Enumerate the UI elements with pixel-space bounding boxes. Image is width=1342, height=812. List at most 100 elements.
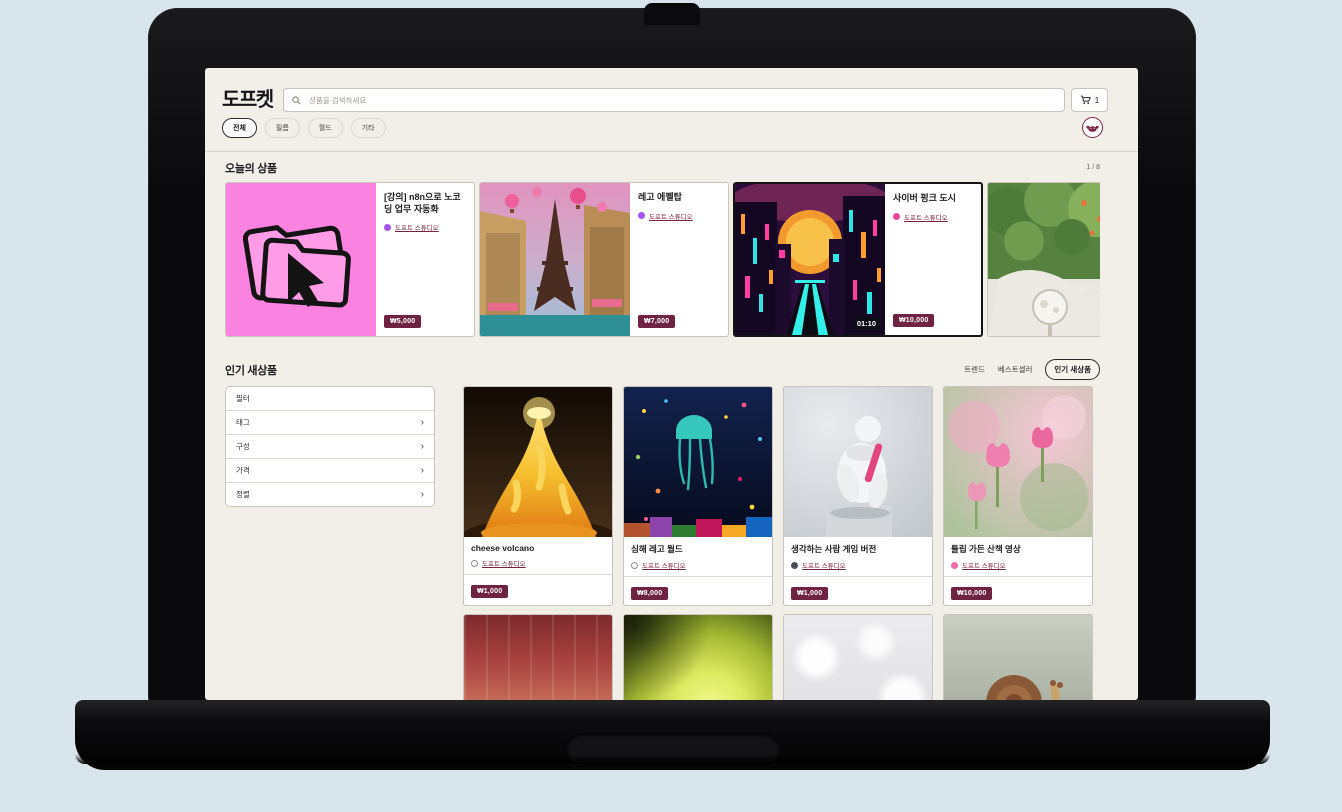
tulip-garden-art bbox=[944, 387, 1092, 537]
price-badge: ₩1,000 bbox=[791, 587, 828, 600]
product-title: [강의] n8n으로 노코딩 업무 자동화 bbox=[384, 192, 466, 215]
popular-grid: cheese volcano 도프트 스튜디오 ₩1,000 bbox=[463, 386, 1100, 700]
cart-button[interactable]: 1 bbox=[1071, 88, 1108, 112]
studio-name[interactable]: 도프트 스튜디오 bbox=[649, 211, 693, 221]
chip-film[interactable]: 필름 bbox=[265, 118, 300, 138]
price-row: ₩1,000 bbox=[784, 576, 932, 605]
filter-panel: 필터 태그 › 구성 › 가격 › 정렬 › bbox=[225, 386, 435, 507]
chevron-right-icon: › bbox=[421, 418, 424, 428]
studio-name[interactable]: 도프트 스튜디오 bbox=[802, 560, 846, 570]
crab-avatar-icon bbox=[1086, 123, 1099, 133]
product-card-peek[interactable] bbox=[987, 182, 1100, 337]
product-info: 생각하는 사람 게임 버전 도프트 스튜디오 bbox=[784, 537, 932, 576]
chevron-right-icon: › bbox=[421, 442, 424, 452]
product-title: 생각하는 사람 게임 버전 bbox=[791, 543, 925, 555]
studio-dot bbox=[791, 562, 798, 569]
eiffel-art bbox=[480, 183, 630, 336]
deep-sea-lego-art bbox=[624, 387, 772, 537]
studio-row[interactable]: 도프트 스튜디오 bbox=[791, 560, 925, 570]
cart-count: 1 bbox=[1095, 96, 1099, 105]
product-card[interactable]: cheese volcano 도프트 스튜디오 ₩1,000 bbox=[463, 386, 613, 606]
product-title: 사이버 펑크 도시 bbox=[893, 193, 973, 205]
tab-trend[interactable]: 트렌드 bbox=[964, 364, 985, 375]
studio-dot bbox=[471, 560, 478, 567]
studio-row[interactable]: 도프트 스튜디오 bbox=[638, 211, 720, 221]
product-card[interactable]: 튤립 가든 산책 영상 도프트 스튜디오 ₩10,000 bbox=[943, 386, 1093, 606]
price-badge: ₩8,000 bbox=[631, 587, 668, 600]
studio-name[interactable]: 도프트 스튜디오 bbox=[642, 560, 686, 570]
laptop-screen: 도프켓 1 전체 bbox=[205, 68, 1138, 700]
product-info: 심해 레고 월드 도프트 스튜디오 bbox=[624, 537, 772, 576]
product-info: [강의] n8n으로 노코딩 업무 자동화 도프트 스튜디오 ₩5,000 bbox=[376, 183, 474, 336]
product-card[interactable] bbox=[783, 614, 933, 700]
price-badge: ₩10,000 bbox=[951, 587, 992, 600]
today-carousel: [강의] n8n으로 노코딩 업무 자동화 도프트 스튜디오 ₩5,000 bbox=[225, 182, 1100, 342]
product-card[interactable] bbox=[943, 614, 1093, 700]
filter-row-price[interactable]: 가격 › bbox=[226, 458, 434, 482]
studio-row[interactable]: 도프트 스튜디오 bbox=[631, 560, 765, 570]
studio-name[interactable]: 도프트 스튜디오 bbox=[904, 212, 948, 222]
cheese-volcano-art bbox=[464, 387, 612, 537]
filter-row-tags[interactable]: 태그 › bbox=[226, 410, 434, 434]
product-card-selected[interactable]: 01:10 사이버 펑크 도시 도프트 스튜디오 ₩10,000 bbox=[733, 182, 983, 337]
studio-dot bbox=[951, 562, 958, 569]
studio-dot bbox=[638, 212, 645, 219]
balcony-art bbox=[988, 183, 1100, 336]
studio-row[interactable]: 도프트 스튜디오 bbox=[384, 222, 466, 232]
product-card[interactable] bbox=[623, 614, 773, 700]
product-card[interactable]: 생각하는 사람 게임 버전 도프트 스튜디오 ₩1,000 bbox=[783, 386, 933, 606]
product-image bbox=[944, 615, 1092, 700]
site-header: 도프켓 1 전체 bbox=[205, 68, 1138, 152]
tab-popular-new[interactable]: 인기 새상품 bbox=[1045, 359, 1100, 380]
product-title: cheese volcano bbox=[471, 543, 605, 553]
product-card[interactable] bbox=[463, 614, 613, 700]
camera-tab bbox=[644, 3, 700, 25]
product-info: 사이버 펑크 도시 도프트 스튜디오 ₩10,000 bbox=[885, 184, 981, 335]
filter-row-composition[interactable]: 구성 › bbox=[226, 434, 434, 458]
product-card[interactable]: 심해 레고 월드 도프트 스튜디오 ₩8,000 bbox=[623, 386, 773, 606]
chip-all[interactable]: 전체 bbox=[222, 118, 257, 138]
studio-name[interactable]: 도프트 스튜디오 bbox=[962, 560, 1006, 570]
product-info: 튤립 가든 산책 영상 도프트 스튜디오 bbox=[944, 537, 1092, 576]
folder-cursor-art bbox=[226, 183, 376, 336]
product-image bbox=[464, 615, 612, 700]
search-input[interactable] bbox=[307, 95, 1056, 106]
product-image bbox=[944, 387, 1092, 537]
product-image bbox=[624, 615, 772, 700]
site-logo[interactable]: 도프켓 bbox=[222, 83, 273, 112]
carousel-pagination: 1 / 8 bbox=[1025, 164, 1100, 171]
category-chips: 전체 필름 월드 기타 bbox=[222, 118, 386, 138]
laptop-lid: 도프켓 1 전체 bbox=[148, 8, 1196, 712]
product-card[interactable]: 레고 에펠탑 도프트 스튜디오 ₩7,000 bbox=[479, 182, 729, 337]
desktop-background: 도프켓 1 전체 bbox=[0, 0, 1342, 812]
price-badge: ₩7,000 bbox=[638, 315, 675, 328]
chip-world[interactable]: 월드 bbox=[308, 118, 343, 138]
product-title: 레고 에펠탑 bbox=[638, 192, 720, 204]
product-title: 튤립 가든 산책 영상 bbox=[951, 543, 1085, 555]
filter-header[interactable]: 필터 bbox=[226, 387, 434, 410]
cart-icon bbox=[1080, 95, 1091, 105]
price-badge: ₩10,000 bbox=[893, 314, 934, 327]
tab-bestseller[interactable]: 베스트셀러 bbox=[998, 364, 1033, 375]
price-badge: ₩1,000 bbox=[471, 585, 508, 598]
studio-name[interactable]: 도프트 스튜디오 bbox=[482, 558, 526, 568]
studio-row[interactable]: 도프트 스튜디오 bbox=[471, 558, 605, 568]
studio-row[interactable]: 도프트 스튜디오 bbox=[893, 212, 973, 222]
cyberpunk-art bbox=[735, 184, 885, 335]
chevron-right-icon: › bbox=[421, 490, 424, 500]
profile-avatar[interactable] bbox=[1082, 117, 1103, 138]
product-image bbox=[988, 183, 1100, 336]
filter-row-sort[interactable]: 정렬 › bbox=[226, 482, 434, 506]
search-icon bbox=[292, 96, 301, 105]
studio-dot bbox=[631, 562, 638, 569]
today-section-heading: 오늘의 상품 bbox=[225, 160, 277, 176]
search-bar[interactable] bbox=[283, 88, 1065, 112]
duration-badge: 01:10 bbox=[853, 317, 880, 330]
chip-etc[interactable]: 기타 bbox=[351, 118, 386, 138]
product-title: 심해 레고 월드 bbox=[631, 543, 765, 555]
product-card[interactable]: [강의] n8n으로 노코딩 업무 자동화 도프트 스튜디오 ₩5,000 bbox=[225, 182, 475, 337]
studio-name[interactable]: 도프트 스튜디오 bbox=[395, 222, 439, 232]
studio-dot bbox=[384, 224, 391, 231]
popular-section-heading: 인기 새상품 bbox=[225, 362, 277, 378]
studio-row[interactable]: 도프트 스튜디오 bbox=[951, 560, 1085, 570]
